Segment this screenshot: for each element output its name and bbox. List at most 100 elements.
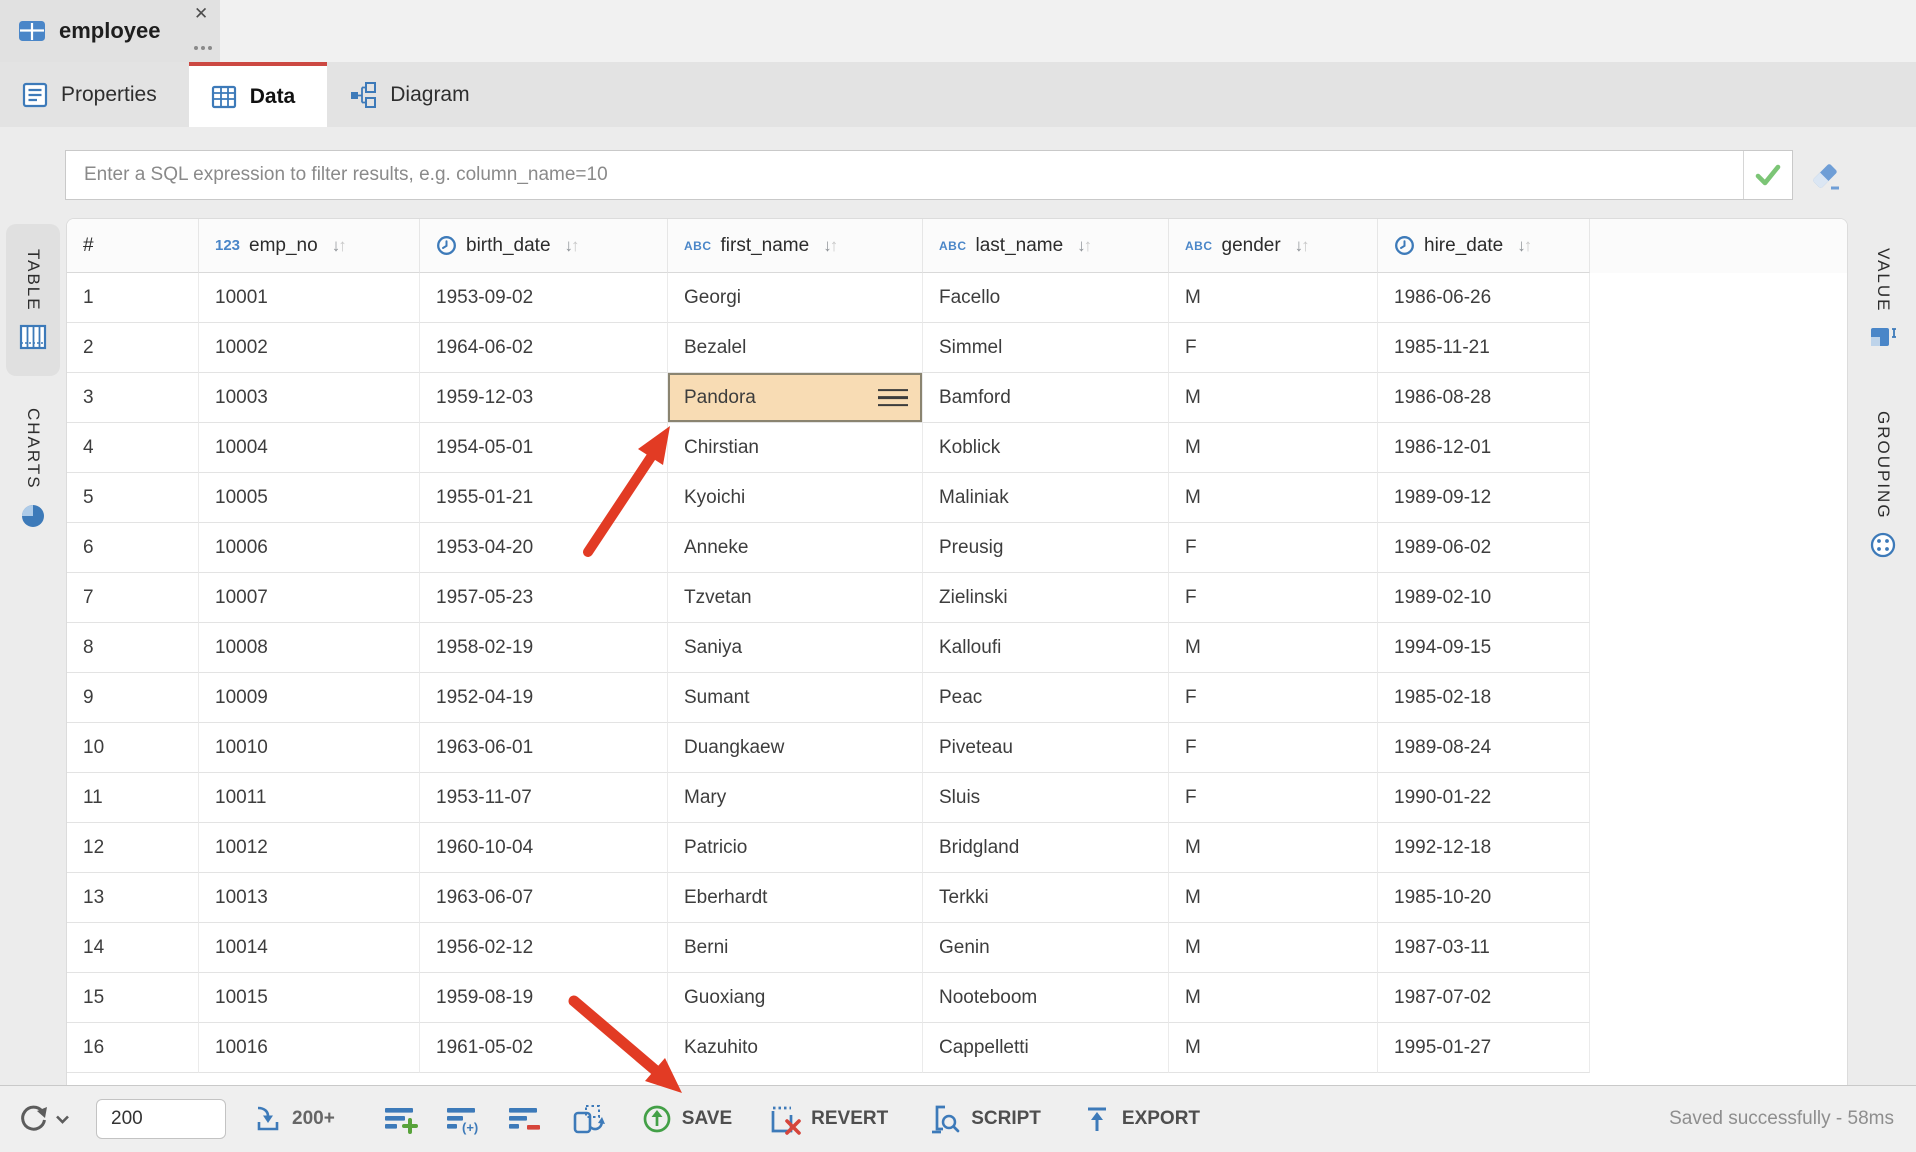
grid-cell[interactable]: 10008 <box>199 623 420 673</box>
sort-icon[interactable]: ↓↑ <box>1295 237 1308 254</box>
grid-cell[interactable]: Kazuhito <box>668 1023 923 1073</box>
sort-icon[interactable]: ↓↑ <box>1517 237 1530 254</box>
row-number-cell[interactable]: 9 <box>67 673 199 723</box>
row-number-cell[interactable]: 16 <box>67 1023 199 1073</box>
grid-cell[interactable]: Sluis <box>923 773 1169 823</box>
grid-cell[interactable]: Bamford <box>923 373 1169 423</box>
grid-cell[interactable]: 1986-08-28 <box>1378 373 1590 423</box>
grid-cell[interactable]: Anneke <box>668 523 923 573</box>
apply-filter-button[interactable] <box>1743 151 1792 199</box>
grid-cell[interactable]: Bridgland <box>923 823 1169 873</box>
grid-cell[interactable]: M <box>1169 923 1378 973</box>
grid-cell[interactable]: Chirstian <box>668 423 923 473</box>
refresh-grid-button[interactable] <box>571 1102 607 1136</box>
row-number-cell[interactable]: 12 <box>67 823 199 873</box>
refresh-button[interactable] <box>16 1102 70 1136</box>
row-number-cell[interactable]: 8 <box>67 623 199 673</box>
sort-icon[interactable]: ↓↑ <box>823 237 836 254</box>
grid-cell[interactable]: M <box>1169 973 1378 1023</box>
grid-cell[interactable]: 1961-05-02 <box>420 1023 668 1073</box>
grid-cell[interactable]: F <box>1169 773 1378 823</box>
grid-cell[interactable]: 10003 <box>199 373 420 423</box>
grid-cell[interactable]: 1955-01-21 <box>420 473 668 523</box>
add-row-button[interactable] <box>383 1103 419 1135</box>
grid-cell[interactable]: 1952-04-19 <box>420 673 668 723</box>
grid-cell[interactable]: Cappelletti <box>923 1023 1169 1073</box>
grid-cell[interactable]: F <box>1169 723 1378 773</box>
grid-cell[interactable]: Facello <box>923 273 1169 323</box>
column-header-rownum[interactable]: # <box>67 219 199 273</box>
grid-cell[interactable]: 1990-01-22 <box>1378 773 1590 823</box>
grid-cell[interactable]: Preusig <box>923 523 1169 573</box>
grid-cell[interactable]: 1985-10-20 <box>1378 873 1590 923</box>
row-number-cell[interactable]: 5 <box>67 473 199 523</box>
sidebar-item-charts[interactable]: CHARTS <box>6 385 60 553</box>
grid-cell[interactable]: Peac <box>923 673 1169 723</box>
sort-icon[interactable]: ↓↑ <box>332 237 345 254</box>
fetch-size-input[interactable] <box>96 1099 226 1139</box>
grid-cell[interactable]: F <box>1169 673 1378 723</box>
grid-cell[interactable]: 10012 <box>199 823 420 873</box>
grid-cell[interactable]: Berni <box>668 923 923 973</box>
grid-cell[interactable]: 10016 <box>199 1023 420 1073</box>
row-number-cell[interactable]: 7 <box>67 573 199 623</box>
grid-cell[interactable]: Nooteboom <box>923 973 1169 1023</box>
grid-cell[interactable]: 10002 <box>199 323 420 373</box>
grid-cell[interactable]: 1958-02-19 <box>420 623 668 673</box>
grid-cell[interactable]: M <box>1169 823 1378 873</box>
grid-cell[interactable]: 10010 <box>199 723 420 773</box>
save-button[interactable]: SAVE <box>641 1103 732 1135</box>
grid-cell[interactable]: F <box>1169 523 1378 573</box>
grid-cell[interactable]: 1963-06-07 <box>420 873 668 923</box>
row-number-cell[interactable]: 15 <box>67 973 199 1023</box>
grid-cell[interactable]: Piveteau <box>923 723 1169 773</box>
sort-icon[interactable]: ↓↑ <box>565 237 578 254</box>
grid-cell[interactable]: 1957-05-23 <box>420 573 668 623</box>
sidebar-item-table[interactable]: TABLE <box>6 224 60 376</box>
grid-cell[interactable]: 1987-03-11 <box>1378 923 1590 973</box>
grid-cell[interactable]: F <box>1169 573 1378 623</box>
grid-cell[interactable]: M <box>1169 623 1378 673</box>
grid-cell[interactable]: F <box>1169 323 1378 373</box>
grid-cell[interactable]: Tzvetan <box>668 573 923 623</box>
grid-cell[interactable]: 10009 <box>199 673 420 723</box>
row-number-cell[interactable]: 2 <box>67 323 199 373</box>
grid-cell[interactable]: 10011 <box>199 773 420 823</box>
grid-cell[interactable]: Zielinski <box>923 573 1169 623</box>
grid-cell[interactable]: 1963-06-01 <box>420 723 668 773</box>
grid-cell[interactable]: Simmel <box>923 323 1169 373</box>
grid-cell[interactable]: M <box>1169 1023 1378 1073</box>
grid-cell[interactable]: 1994-09-15 <box>1378 623 1590 673</box>
column-header-last_name[interactable]: ABClast_name↓↑ <box>923 219 1169 273</box>
grid-cell[interactable]: Patricio <box>668 823 923 873</box>
grid-cell[interactable]: Saniya <box>668 623 923 673</box>
close-icon[interactable]: ✕ <box>194 5 208 22</box>
grid-cell[interactable]: Terkki <box>923 873 1169 923</box>
grid-cell[interactable]: M <box>1169 423 1378 473</box>
clear-filter-button[interactable] <box>1804 155 1846 197</box>
row-number-cell[interactable]: 3 <box>67 373 199 423</box>
fetch-next-page-button[interactable]: 200+ <box>252 1103 335 1135</box>
grid-cell[interactable]: 1989-09-12 <box>1378 473 1590 523</box>
grid-cell[interactable]: Kyoichi <box>668 473 923 523</box>
hamburger-icon[interactable] <box>878 389 908 407</box>
script-button[interactable]: SCRIPT <box>928 1102 1041 1136</box>
row-number-cell[interactable]: 13 <box>67 873 199 923</box>
grid-cell[interactable]: 10007 <box>199 573 420 623</box>
grid-cell[interactable]: 1953-09-02 <box>420 273 668 323</box>
grid-cell[interactable]: 10014 <box>199 923 420 973</box>
grid-cell[interactable]: 10015 <box>199 973 420 1023</box>
grid-cell[interactable]: 1964-06-02 <box>420 323 668 373</box>
grid-cell[interactable]: Maliniak <box>923 473 1169 523</box>
grid-cell[interactable]: 1953-04-20 <box>420 523 668 573</box>
sidebar-item-value[interactable]: VALUE <box>1856 226 1910 372</box>
grid-cell[interactable]: 10013 <box>199 873 420 923</box>
grid-cell[interactable]: 1989-02-10 <box>1378 573 1590 623</box>
grid-cell[interactable]: 1995-01-27 <box>1378 1023 1590 1073</box>
column-header-birth_date[interactable]: birth_date↓↑ <box>420 219 668 273</box>
grid-cell[interactable]: Guoxiang <box>668 973 923 1023</box>
grid-cell[interactable]: Eberhardt <box>668 873 923 923</box>
grid-cell[interactable]: 1960-10-04 <box>420 823 668 873</box>
grid-cell[interactable]: 1956-02-12 <box>420 923 668 973</box>
tab-diagram[interactable]: Diagram <box>327 62 501 127</box>
